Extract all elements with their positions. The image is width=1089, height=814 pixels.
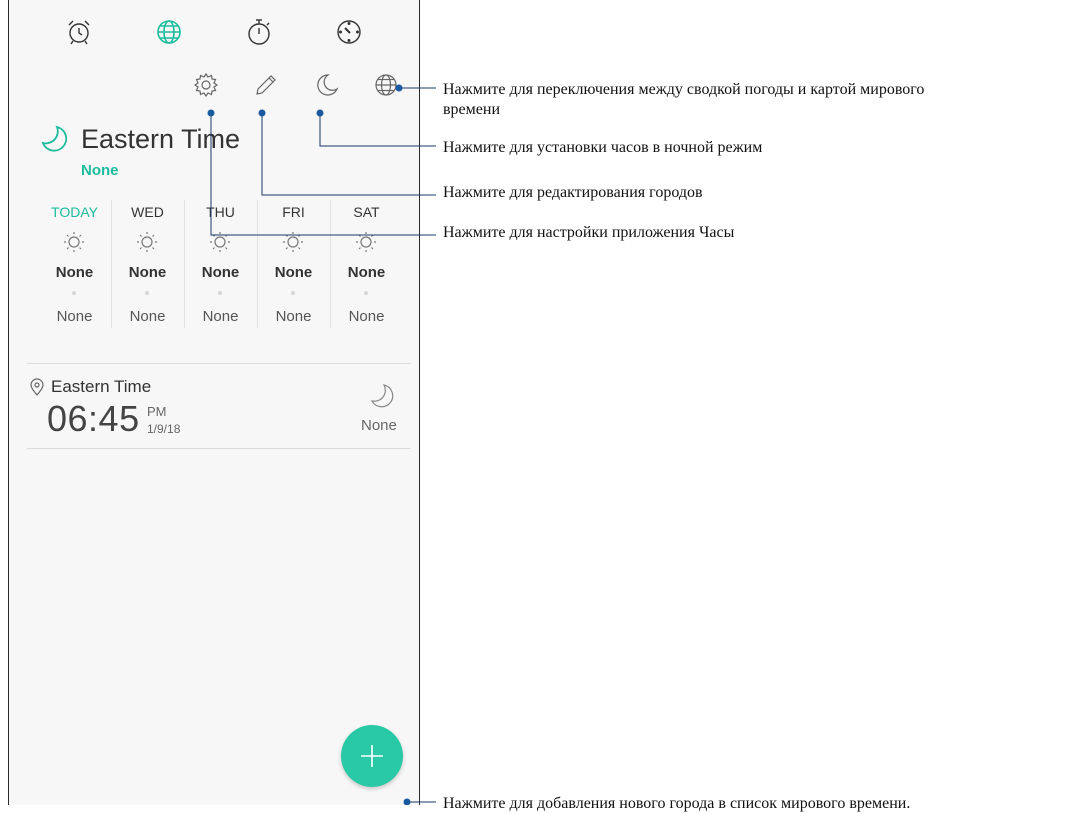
add-city-button[interactable] xyxy=(341,725,403,787)
clock-app-screen: Eastern Time None TODAY None None WED No… xyxy=(8,0,420,805)
forecast-high: None xyxy=(201,264,240,281)
forecast-day: TODAY None None xyxy=(38,200,111,328)
forecast-high: None xyxy=(347,264,386,281)
sun-icon xyxy=(208,230,232,259)
callout-globe-line2: времени xyxy=(443,101,501,118)
clock-ampm: PM xyxy=(147,404,167,419)
forecast-day-name: SAT xyxy=(353,204,380,220)
separator-dot xyxy=(364,291,368,295)
separator-dot xyxy=(291,291,295,295)
night-moon-icon xyxy=(39,123,71,160)
forecast-high: None xyxy=(55,264,94,281)
alarm-clock-icon[interactable] xyxy=(65,18,93,46)
forecast-high: None xyxy=(274,264,313,281)
separator-dot xyxy=(72,291,76,295)
forecast-day-name: THU xyxy=(206,204,235,220)
night-mode-moon-icon[interactable] xyxy=(314,72,340,98)
forecast-day: THU None None xyxy=(184,200,257,328)
forecast-low: None xyxy=(129,308,166,325)
edit-pencil-icon[interactable] xyxy=(253,72,279,98)
sun-icon xyxy=(135,230,159,259)
callout-globe: Нажмите для переключения между сводкой п… xyxy=(443,81,925,98)
forecast-day-name: WED xyxy=(131,204,164,220)
forecast-day: FRI None None xyxy=(257,200,330,328)
stopwatch-icon[interactable] xyxy=(245,17,273,47)
callout-settings: Нажмите для настройки приложения Часы xyxy=(443,224,735,241)
forecast-day: SAT None None xyxy=(330,200,403,328)
separator-dot xyxy=(145,291,149,295)
weather-forecast: TODAY None None WED None None THU None N… xyxy=(9,200,405,330)
divider xyxy=(27,448,411,449)
forecast-low: None xyxy=(348,308,385,325)
forecast-low: None xyxy=(56,308,93,325)
clock-city-name: Eastern Time xyxy=(51,377,152,396)
moon-icon xyxy=(369,382,397,417)
forecast-day-name: TODAY xyxy=(51,204,98,220)
divider xyxy=(27,363,411,364)
callout-night: Нажмите для установки часов в ночной реж… xyxy=(443,139,763,156)
city-title: Eastern Time xyxy=(81,124,241,154)
plus-icon xyxy=(361,745,383,767)
world-clock-icon[interactable] xyxy=(155,18,183,46)
forecast-low: None xyxy=(202,308,239,325)
forecast-high: None xyxy=(128,264,167,281)
city-weather-status: None xyxy=(81,162,119,179)
callout-edit: Нажмите для редактирования городов xyxy=(443,184,703,201)
sun-icon xyxy=(62,230,86,259)
forecast-day: WED None None xyxy=(111,200,184,328)
forecast-day-name: FRI xyxy=(282,204,305,220)
settings-gear-icon[interactable] xyxy=(193,72,219,98)
timer-icon[interactable] xyxy=(335,18,363,46)
clock-time: 06:45 xyxy=(47,398,140,439)
forecast-low: None xyxy=(275,308,312,325)
callout-add: Нажмите для добавления нового города в с… xyxy=(443,795,911,812)
separator-dot xyxy=(218,291,222,295)
location-pin-icon xyxy=(29,378,45,401)
sun-icon xyxy=(354,230,378,259)
clock-weather: None xyxy=(361,417,397,434)
sun-icon xyxy=(281,230,305,259)
clock-date: 1/9/18 xyxy=(147,422,181,436)
globe-icon[interactable] xyxy=(373,72,399,98)
